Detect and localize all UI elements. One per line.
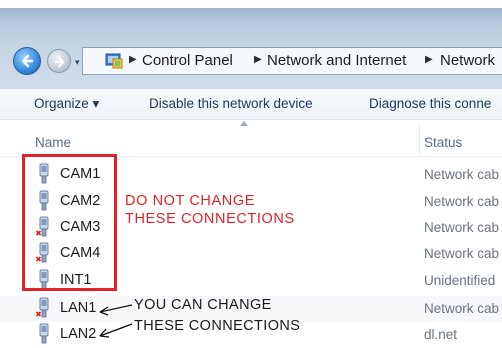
connection-name: LAN2	[60, 326, 97, 342]
recent-pages-dropdown[interactable]: ▾	[75, 57, 80, 68]
network-adapter-icon	[36, 297, 49, 318]
connection-name: LAN1	[60, 300, 97, 316]
breadcrumb-arrow-icon[interactable]: ▶	[425, 54, 433, 65]
annotation-do-not-change: DO NOT CHANGE	[125, 193, 255, 209]
top-strip	[0, 0, 502, 8]
column-divider[interactable]	[419, 124, 420, 156]
network-adapter-icon	[39, 323, 49, 344]
organize-button[interactable]: Organize ▾	[34, 96, 99, 112]
forward-button[interactable]	[47, 49, 71, 73]
back-arrow-icon	[21, 54, 34, 68]
breadcrumb-arrow-icon[interactable]: ▶	[129, 54, 137, 65]
connection-status: Network cab	[424, 167, 500, 182]
annotation-you-can-change: YOU CAN CHANGE	[134, 297, 272, 313]
protected-connections-box	[22, 154, 117, 291]
column-header-name[interactable]: Name	[35, 135, 71, 150]
breadcrumb-network[interactable]: Network	[440, 52, 495, 69]
connection-status: dl.net	[424, 327, 458, 342]
annotation-these-connections-2: THESE CONNECTIONS	[134, 318, 301, 334]
breadcrumb-network-and-internet[interactable]: Network and Internet	[267, 52, 406, 69]
control-panel-icon	[105, 53, 123, 69]
connection-status: Network cab	[424, 194, 500, 209]
annotation-these-connections: THESE CONNECTIONS	[125, 211, 295, 227]
breadcrumb-control-panel[interactable]: Control Panel	[142, 52, 233, 69]
connection-status: Network cab	[424, 246, 500, 261]
back-button[interactable]	[13, 47, 41, 75]
disable-device-button[interactable]: Disable this network device	[149, 96, 313, 111]
forward-arrow-icon	[54, 56, 65, 68]
sort-caret-icon	[240, 121, 248, 126]
disabled-x-icon	[36, 311, 42, 317]
connection-status: Network cab	[424, 220, 500, 235]
diagnose-connection-button[interactable]: Diagnose this conne	[369, 96, 491, 111]
connection-status: Unidentified	[424, 273, 496, 288]
connection-status: Network cab	[424, 301, 500, 316]
column-header-status[interactable]: Status	[424, 135, 462, 150]
breadcrumb-arrow-icon[interactable]: ▶	[254, 54, 262, 65]
